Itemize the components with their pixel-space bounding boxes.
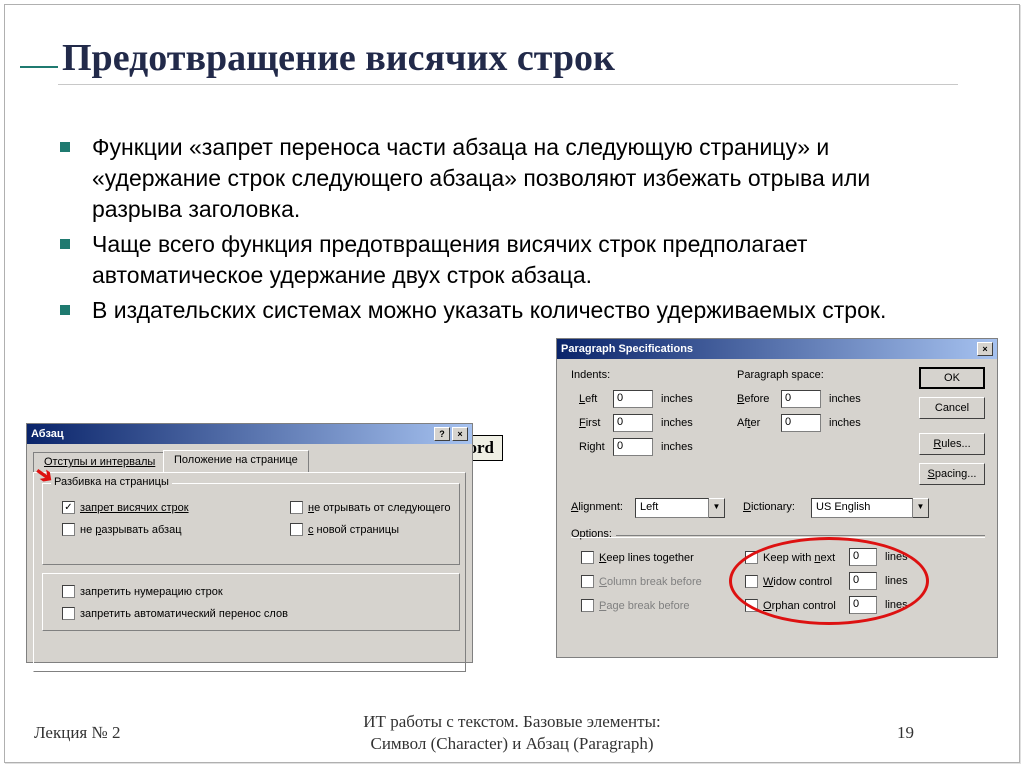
label-paragraph-space: Paragraph space: <box>737 369 824 381</box>
checkbox-keep-lines-together[interactable]: Keep lines together <box>581 551 694 564</box>
group-pagination-label: Разбивка на страницы <box>51 476 172 488</box>
label-indents: Indents: <box>571 369 610 381</box>
title-underline <box>58 84 958 85</box>
input-first-indent[interactable]: 0 <box>613 414 653 432</box>
bullet-icon <box>60 142 70 152</box>
input-right-indent[interactable]: 0 <box>613 438 653 456</box>
pm-titlebar: Paragraph Specifications × <box>557 339 997 359</box>
checkbox-widow-orphan[interactable]: ✓запрет висячих строк <box>62 501 189 514</box>
input-left-indent[interactable]: 0 <box>613 390 653 408</box>
footer-left: Лекция № 2 <box>34 723 120 743</box>
footer-page-number: 19 <box>897 723 914 743</box>
bullet-text: В издательских системах можно указать ко… <box>92 295 886 326</box>
label-options: Options: <box>571 528 616 540</box>
ok-button[interactable]: OK <box>919 367 985 389</box>
pm-title: Paragraph Specifications <box>561 343 693 355</box>
bullet-list: Функции «запрет переноса части абзаца на… <box>60 132 950 330</box>
chevron-down-icon: ▼ <box>913 498 929 518</box>
label-inches: inches <box>829 417 861 429</box>
combo-alignment[interactable]: Left▼ <box>635 498 725 518</box>
help-button[interactable]: ? <box>434 427 450 441</box>
spacing-button[interactable]: Spacing... <box>919 463 985 485</box>
msword-titlebar: Абзац ? × <box>27 424 472 444</box>
tab-page-position[interactable]: Положение на странице <box>163 450 309 472</box>
bullet-icon <box>60 305 70 315</box>
msword-title: Абзац <box>31 428 64 440</box>
label-after: After <box>737 417 760 429</box>
rules-button[interactable]: Rules... <box>919 433 985 455</box>
slide-title-area: Предотвращение висячих строк <box>20 36 615 80</box>
checkbox-page-break-before[interactable]: Page break before <box>581 599 690 612</box>
label-inches: inches <box>829 393 861 405</box>
msword-dialog: Абзац ? × Отступы и интервалы Положение … <box>26 423 473 663</box>
label-left: Left <box>579 393 597 405</box>
close-button[interactable]: × <box>452 427 468 441</box>
label-first: First <box>579 417 600 429</box>
label-right: Right <box>579 441 605 453</box>
footer-center: ИТ работы с текстом. Базовые элементы: С… <box>0 711 1024 755</box>
slide-title: Предотвращение висячих строк <box>62 36 615 80</box>
label-inches: inches <box>661 417 693 429</box>
pagemaker-dialog: Paragraph Specifications × Indents: Para… <box>556 338 998 658</box>
checkbox-suppress-line-numbers[interactable]: запретить нумерацию строк <box>62 585 223 598</box>
checkbox-column-break-before[interactable]: Column break before <box>581 575 702 588</box>
slide-footer: Лекция № 2 ИТ работы с текстом. Базовые … <box>0 711 1024 755</box>
checkbox-keep-with-next[interactable]: не отрывать от следующего <box>290 501 450 514</box>
label-before: Before <box>737 393 769 405</box>
label-inches: inches <box>661 393 693 405</box>
label-inches: inches <box>661 441 693 453</box>
checkbox-keep-together[interactable]: не разрывать абзац <box>62 523 182 536</box>
bullet-icon <box>60 239 70 249</box>
close-button[interactable]: × <box>977 342 993 356</box>
label-alignment: Alignment: <box>571 501 623 513</box>
annotation-circle-icon <box>729 537 929 625</box>
label-dictionary: Dictionary: <box>743 501 795 513</box>
cancel-button[interactable]: Cancel <box>919 397 985 419</box>
checkbox-no-hyphenation[interactable]: запретить автоматический перенос слов <box>62 607 288 620</box>
group-options: Options: <box>571 535 985 536</box>
checkbox-page-break-before[interactable]: с новой страницы <box>290 523 399 536</box>
combo-dictionary[interactable]: US English▼ <box>811 498 929 518</box>
title-accent <box>20 66 58 68</box>
chevron-down-icon: ▼ <box>709 498 725 518</box>
bullet-text: Чаще всего функция предотвращения висячи… <box>92 229 950 291</box>
bullet-text: Функции «запрет переноса части абзаца на… <box>92 132 950 225</box>
group-exceptions <box>42 573 460 631</box>
input-space-before[interactable]: 0 <box>781 390 821 408</box>
input-space-after[interactable]: 0 <box>781 414 821 432</box>
